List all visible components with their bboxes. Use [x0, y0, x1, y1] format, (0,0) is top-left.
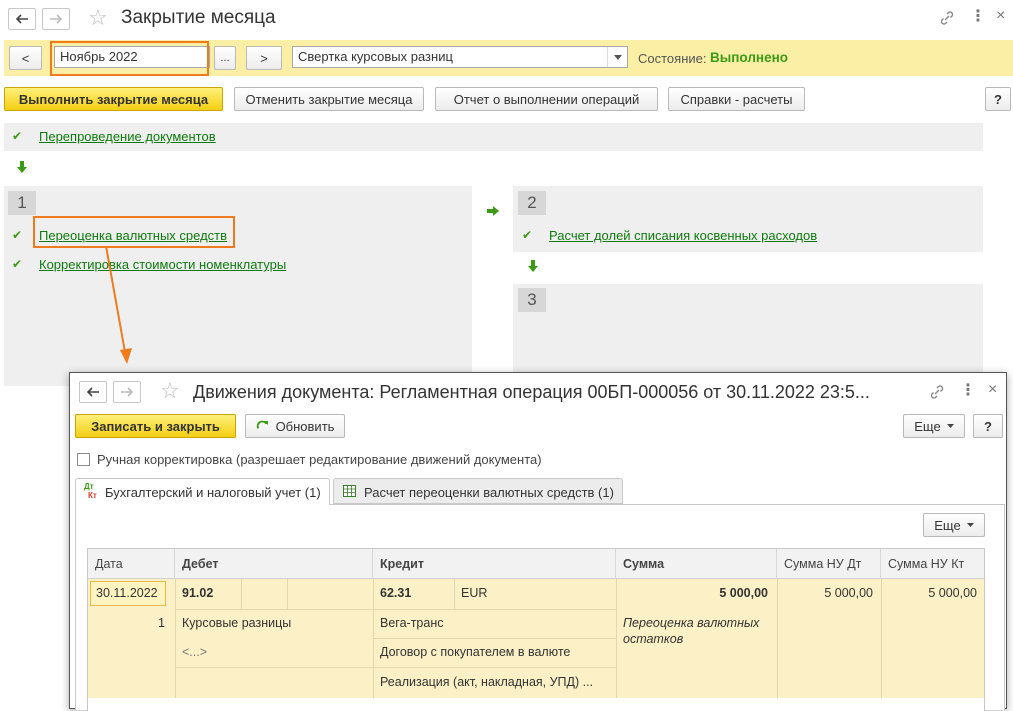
debit-account: 91.02	[182, 586, 214, 600]
dropdown-arrow-icon[interactable]	[607, 47, 627, 67]
tab-revaluation-label: Расчет переоценки валютных средств (1)	[364, 485, 614, 500]
col-debit[interactable]: Дебет	[175, 549, 373, 579]
table-more-label: Еще	[934, 517, 961, 533]
col-credit[interactable]: Кредит	[373, 549, 616, 579]
table-header: Дата Дебет Кредит Сумма Сумма НУ Дт Сумм…	[88, 549, 984, 579]
check-icon: ✔	[12, 257, 23, 271]
chevron-down-icon	[966, 523, 974, 527]
dialog-forward-button[interactable]	[113, 381, 141, 403]
arrow-left-icon	[15, 14, 28, 24]
step2-link-indirect-costs[interactable]: Расчет долей списания косвенных расходов	[549, 228, 817, 243]
check-icon: ✔	[12, 129, 23, 143]
refresh-icon	[256, 420, 268, 429]
help-button[interactable]: ?	[985, 87, 1011, 111]
credit-subconto-2: Договор с покупателем в валюте	[380, 645, 571, 659]
row-number: 1	[158, 616, 165, 630]
chevron-down-icon	[946, 424, 954, 428]
close-icon[interactable]: ×	[988, 381, 997, 399]
highlight-period	[50, 41, 209, 76]
refresh-button[interactable]: Обновить	[245, 414, 345, 438]
link-icon[interactable]	[928, 383, 946, 401]
dt-kt-icon: Дт Кт	[84, 482, 100, 502]
more-button[interactable]: Еще	[903, 414, 965, 438]
step2-number: 2	[518, 191, 546, 215]
arrow-right-icon	[487, 204, 499, 219]
more-vertical-icon[interactable]: ⋮	[960, 382, 976, 400]
help-calculations-button[interactable]: Справки - расчеты	[668, 87, 805, 111]
back-button[interactable]	[8, 8, 36, 30]
col-date[interactable]: Дата	[88, 549, 175, 579]
more-vertical-icon[interactable]: ⋮	[970, 8, 986, 26]
close-icon[interactable]: ×	[996, 7, 1005, 25]
choose-period-button[interactable]: ...	[214, 46, 236, 70]
credit-subconto-1: Вега-транс	[380, 616, 444, 630]
dialog-back-button[interactable]	[79, 381, 107, 403]
more-label: Еще	[914, 418, 941, 434]
mode-select-value: Свертка курсовых разниц	[298, 49, 453, 64]
dt-mark: Дт	[84, 482, 94, 491]
document-movements-dialog: ☆ Движения документа: Регламентная опера…	[69, 372, 1007, 711]
row-nu-kt: 5 000,00	[928, 586, 977, 600]
table-more-button[interactable]: Еще	[923, 513, 985, 537]
arrow-right-icon	[121, 387, 134, 397]
arrow-down-icon	[17, 161, 27, 176]
status-value: Выполнено	[710, 50, 788, 65]
star-icon[interactable]: ☆	[160, 378, 180, 404]
cancel-close-month-button[interactable]: Отменить закрытие месяца	[234, 87, 424, 111]
operations-report-button[interactable]: Отчет о выполнении операций	[435, 87, 658, 111]
refresh-label: Обновить	[275, 418, 335, 434]
tab-revaluation[interactable]: Расчет переоценки валютных средств (1)	[333, 478, 623, 504]
credit-account: 62.31	[380, 586, 412, 600]
debit-subconto-1: Курсовые разницы	[182, 616, 292, 630]
next-period-button[interactable]: >	[246, 46, 282, 70]
step3-number: 3	[518, 288, 546, 312]
forward-button[interactable]	[42, 8, 70, 30]
tab-accounting[interactable]: Дт Кт Бухгалтерский и налоговый учет (1)	[75, 478, 330, 505]
arrow-right-icon	[50, 14, 63, 24]
col-amount[interactable]: Сумма	[616, 549, 777, 579]
arrow-down-icon	[528, 260, 538, 275]
check-icon: ✔	[12, 228, 23, 242]
window-title: Закрытие месяца	[121, 7, 276, 28]
dialog-help-button[interactable]: ?	[973, 414, 1003, 438]
credit-subconto-3: Реализация (акт, накладная, УПД) ...	[380, 675, 594, 689]
movements-table: Дата Дебет Кредит Сумма Сумма НУ Дт Сумм…	[87, 548, 985, 711]
prev-period-button[interactable]: <	[9, 46, 42, 70]
row-date: 30.11.2022	[96, 586, 158, 600]
step0-link-reposting[interactable]: Перепроведение документов	[39, 129, 216, 144]
save-and-close-button[interactable]: Записать и закрыть	[75, 414, 236, 438]
arrow-left-icon	[86, 387, 99, 397]
row-amount: 5 000,00	[719, 586, 768, 600]
star-icon[interactable]: ☆	[88, 5, 108, 31]
manual-correction-label: Ручная корректировка (разрешает редактир…	[97, 452, 542, 467]
mode-select[interactable]: Свертка курсовых разниц	[292, 46, 628, 68]
table-icon	[343, 485, 356, 500]
credit-currency: EUR	[461, 586, 488, 600]
table-row[interactable]: 30.11.2022 1 91.02 Курсовые разницы <...…	[88, 579, 984, 698]
row-content: Переоценка валютных остатков	[623, 616, 760, 646]
link-icon[interactable]	[938, 9, 956, 27]
kt-mark: Кт	[88, 491, 97, 500]
col-nu-dt[interactable]: Сумма НУ Дт	[777, 549, 881, 579]
manual-correction-checkbox[interactable]	[77, 453, 90, 466]
check-icon: ✔	[522, 228, 533, 242]
step1-link-cost-adjustment[interactable]: Корректировка стоимости номенклатуры	[39, 257, 286, 272]
callout-arrow	[105, 245, 132, 364]
col-nu-kt[interactable]: Сумма НУ Кт	[881, 549, 984, 579]
tab-accounting-label: Бухгалтерский и налоговый учет (1)	[105, 485, 321, 500]
step3-panel	[513, 284, 983, 386]
execute-close-month-button[interactable]: Выполнить закрытие месяца	[4, 87, 223, 111]
step1-number: 1	[8, 191, 36, 215]
tab-content-accounting: Еще Дата Дебет Кредит Сумма Сумма НУ Дт …	[75, 504, 1005, 711]
row-nu-dt: 5 000,00	[824, 586, 873, 600]
dialog-title: Движения документа: Регламентная операци…	[193, 382, 870, 402]
debit-subconto-2: <...>	[182, 645, 208, 659]
status-label: Состояние:	[638, 51, 707, 66]
